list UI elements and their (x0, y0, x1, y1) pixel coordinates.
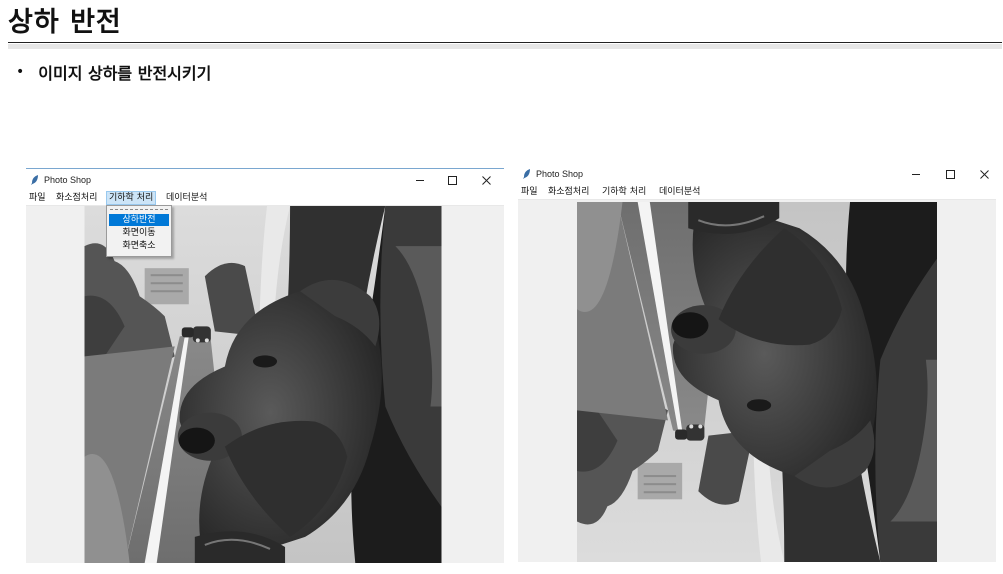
bullet-item: • 이미지 상하를 반전시키기 (16, 60, 211, 84)
geometry-dropdown-menu: 상하반전 화면이동 화면축소 (106, 205, 172, 257)
menu-item-flip-vertical[interactable]: 상하반전 (109, 214, 169, 226)
title-divider (8, 42, 1002, 43)
menu-geometric-processing[interactable]: 기하학 처리 (600, 186, 648, 198)
minimize-icon (912, 173, 920, 175)
maximize-button[interactable] (440, 171, 464, 189)
dog-photo-original (84, 206, 442, 563)
minimize-icon (416, 179, 424, 181)
window-title: Photo Shop (536, 169, 584, 179)
menu-bar: 파일 화소점처리 기하학 처리 데이터분석 (518, 185, 996, 200)
menu-data-analysis[interactable]: 데이터분석 (164, 192, 209, 204)
page-title: 상하 반전 (8, 7, 122, 38)
bullet-text: 이미지 상하를 반전시키기 (38, 64, 212, 83)
title-divider-shadow (8, 44, 1002, 49)
maximize-button[interactable] (938, 165, 962, 183)
title-bar[interactable]: Photo Shop (26, 169, 504, 191)
close-button[interactable] (474, 171, 498, 189)
tearoff-line[interactable] (110, 209, 168, 210)
menu-item-move-image[interactable]: 화면이동 (109, 227, 169, 239)
close-button[interactable] (972, 165, 996, 183)
photo-shop-window-original: Photo Shop 파일 화소점처리 기하학 처리 데이터분석 상하반전 화면… (26, 168, 504, 563)
menu-file[interactable]: 파일 (519, 186, 540, 198)
canvas-area (518, 200, 996, 562)
bullet-dot: • (16, 64, 25, 80)
photo-shop-window-flipped: Photo Shop 파일 화소점처리 기하학 처리 데이터분석 (518, 163, 996, 562)
menu-item-shrink-image[interactable]: 화면축소 (109, 240, 169, 252)
feather-icon (523, 169, 530, 179)
title-bar[interactable]: Photo Shop (518, 163, 996, 185)
canvas-area (26, 206, 504, 563)
feather-icon (31, 175, 38, 185)
menu-file[interactable]: 파일 (27, 192, 48, 204)
minimize-button[interactable] (408, 171, 432, 189)
maximize-icon (447, 175, 457, 185)
menu-pixel-processing[interactable]: 화소점처리 (546, 186, 591, 198)
menu-data-analysis[interactable]: 데이터분석 (657, 186, 702, 198)
close-icon (979, 169, 989, 179)
maximize-icon (945, 169, 955, 179)
menu-pixel-processing[interactable]: 화소점처리 (54, 192, 99, 204)
menu-geometric-processing[interactable]: 기하학 처리 (106, 191, 157, 205)
close-icon (481, 175, 491, 185)
window-title: Photo Shop (44, 175, 92, 185)
menu-bar: 파일 화소점처리 기하학 처리 데이터분석 (26, 191, 504, 206)
dog-photo-flipped (576, 202, 938, 562)
minimize-button[interactable] (904, 165, 928, 183)
